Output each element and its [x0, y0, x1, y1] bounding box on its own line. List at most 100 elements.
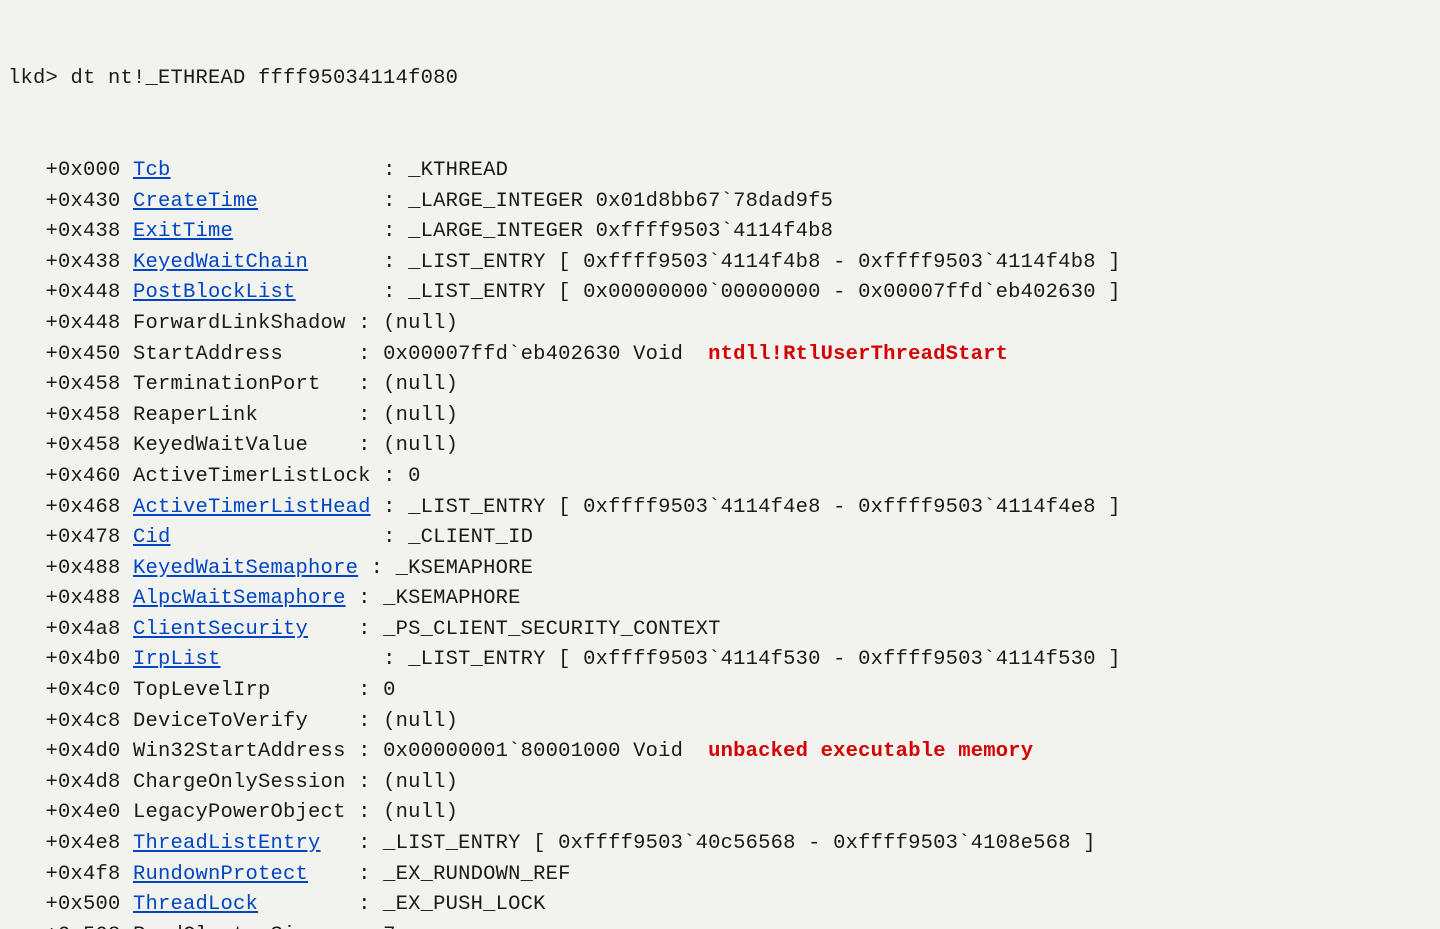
struct-field-row: +0x4e8 ThreadListEntry : _LIST_ENTRY [ 0… [8, 829, 1432, 860]
struct-field-row: +0x458 TerminationPort : (null) [8, 370, 1432, 401]
field-padding [321, 373, 359, 396]
field-padding [346, 587, 359, 610]
field-padding [308, 863, 358, 886]
struct-field-row: +0x4d8 ChargeOnlySession : (null) [8, 768, 1432, 799]
field-offset: +0x488 [8, 587, 133, 610]
field-value: : _LIST_ENTRY [ 0xffff9503`4114f530 - 0x… [383, 648, 1121, 671]
field-name[interactable]: ExitTime [133, 220, 233, 243]
field-name[interactable]: KeyedWaitChain [133, 251, 308, 274]
struct-field-row: +0x508 ReadClusterSize : 7 [8, 921, 1432, 929]
field-value: : _KSEMAPHORE [371, 557, 534, 580]
field-padding [371, 465, 384, 488]
field-name: ReaperLink [133, 404, 258, 427]
field-name[interactable]: ThreadListEntry [133, 832, 321, 855]
field-offset: +0x4e8 [8, 832, 133, 855]
field-offset: +0x438 [8, 220, 133, 243]
field-padding [271, 679, 359, 702]
field-offset: +0x448 [8, 312, 133, 335]
field-name[interactable]: ClientSecurity [133, 618, 308, 641]
struct-field-row: +0x450 StartAddress : 0x00007ffd`eb40263… [8, 340, 1432, 371]
struct-field-row: +0x478 Cid : _CLIENT_ID [8, 523, 1432, 554]
field-padding [283, 343, 358, 366]
field-annotation: ntdll!RtlUserThreadStart [708, 343, 1008, 366]
struct-field-row: +0x4c0 TopLevelIrp : 0 [8, 676, 1432, 707]
field-value: : (null) [358, 312, 458, 335]
field-value: : (null) [358, 404, 458, 427]
field-offset: +0x460 [8, 465, 133, 488]
field-offset: +0x4c8 [8, 710, 133, 733]
field-value: : _LIST_ENTRY [ 0xffff9503`40c56568 - 0x… [358, 832, 1096, 855]
field-annotation: unbacked executable memory [708, 740, 1033, 763]
field-offset: +0x458 [8, 373, 133, 396]
struct-field-row: +0x4c8 DeviceToVerify : (null) [8, 707, 1432, 738]
struct-field-row: +0x4e0 LegacyPowerObject : (null) [8, 798, 1432, 829]
struct-field-row: +0x448 ForwardLinkShadow : (null) [8, 309, 1432, 340]
field-value: : 7 [358, 924, 396, 929]
field-name[interactable]: IrpList [133, 648, 221, 671]
field-padding [258, 893, 358, 916]
field-name[interactable]: Cid [133, 526, 171, 549]
field-name[interactable]: AlpcWaitSemaphore [133, 587, 346, 610]
field-value: : (null) [358, 373, 458, 396]
field-padding [321, 832, 359, 855]
field-name[interactable]: RundownProtect [133, 863, 308, 886]
field-value: : (null) [358, 434, 458, 457]
struct-field-row: +0x458 KeyedWaitValue : (null) [8, 431, 1432, 462]
field-offset: +0x458 [8, 404, 133, 427]
field-padding [296, 281, 384, 304]
field-offset: +0x448 [8, 281, 133, 304]
field-padding [308, 434, 358, 457]
field-offset: +0x438 [8, 251, 133, 274]
field-padding [358, 557, 371, 580]
struct-field-row: +0x488 KeyedWaitSemaphore : _KSEMAPHORE [8, 554, 1432, 585]
struct-field-row: +0x430 CreateTime : _LARGE_INTEGER 0x01d… [8, 187, 1432, 218]
field-padding [308, 618, 358, 641]
struct-field-row: +0x500 ThreadLock : _EX_PUSH_LOCK [8, 890, 1432, 921]
struct-field-row: +0x4d0 Win32StartAddress : 0x00000001`80… [8, 737, 1432, 768]
field-offset: +0x458 [8, 434, 133, 457]
field-name[interactable]: ThreadLock [133, 893, 258, 916]
field-name[interactable]: Tcb [133, 159, 171, 182]
struct-field-row: +0x4a8 ClientSecurity : _PS_CLIENT_SECUR… [8, 615, 1432, 646]
field-padding [321, 924, 359, 929]
field-value: : 0 [383, 465, 421, 488]
field-value: : _LARGE_INTEGER 0x01d8bb67`78dad9f5 [383, 190, 833, 213]
field-name: ForwardLinkShadow [133, 312, 346, 335]
field-name: Win32StartAddress [133, 740, 346, 763]
field-offset: +0x478 [8, 526, 133, 549]
field-offset: +0x4f8 [8, 863, 133, 886]
field-value: : _EX_PUSH_LOCK [358, 893, 546, 916]
field-offset: +0x508 [8, 924, 133, 929]
struct-fields: +0x000 Tcb : _KTHREAD +0x430 CreateTime … [8, 156, 1432, 929]
field-padding [258, 404, 358, 427]
field-value: : (null) [358, 771, 458, 794]
field-padding [308, 251, 383, 274]
field-name: KeyedWaitValue [133, 434, 308, 457]
field-name: ChargeOnlySession [133, 771, 346, 794]
field-value: : (null) [358, 801, 458, 824]
field-padding [346, 740, 359, 763]
field-name[interactable]: ActiveTimerListHead [133, 496, 371, 519]
struct-field-row: +0x460 ActiveTimerListLock : 0 [8, 462, 1432, 493]
field-value: : 0x00007ffd`eb402630 Void [358, 343, 708, 366]
struct-field-row: +0x468 ActiveTimerListHead : _LIST_ENTRY… [8, 493, 1432, 524]
field-name[interactable]: CreateTime [133, 190, 258, 213]
field-offset: +0x000 [8, 159, 133, 182]
struct-field-row: +0x488 AlpcWaitSemaphore : _KSEMAPHORE [8, 584, 1432, 615]
field-name: TerminationPort [133, 373, 321, 396]
field-offset: +0x4a8 [8, 618, 133, 641]
field-name[interactable]: KeyedWaitSemaphore [133, 557, 358, 580]
field-offset: +0x450 [8, 343, 133, 366]
struct-field-row: +0x438 ExitTime : _LARGE_INTEGER 0xffff9… [8, 217, 1432, 248]
field-value: : 0x00000001`80001000 Void [358, 740, 708, 763]
field-offset: +0x430 [8, 190, 133, 213]
field-padding [308, 710, 358, 733]
struct-field-row: +0x458 ReaperLink : (null) [8, 401, 1432, 432]
field-name: DeviceToVerify [133, 710, 308, 733]
field-value: : _PS_CLIENT_SECURITY_CONTEXT [358, 618, 721, 641]
field-padding [346, 312, 359, 335]
field-name[interactable]: PostBlockList [133, 281, 296, 304]
struct-field-row: +0x438 KeyedWaitChain : _LIST_ENTRY [ 0x… [8, 248, 1432, 279]
struct-field-row: +0x4b0 IrpList : _LIST_ENTRY [ 0xffff950… [8, 645, 1432, 676]
field-padding [233, 220, 383, 243]
